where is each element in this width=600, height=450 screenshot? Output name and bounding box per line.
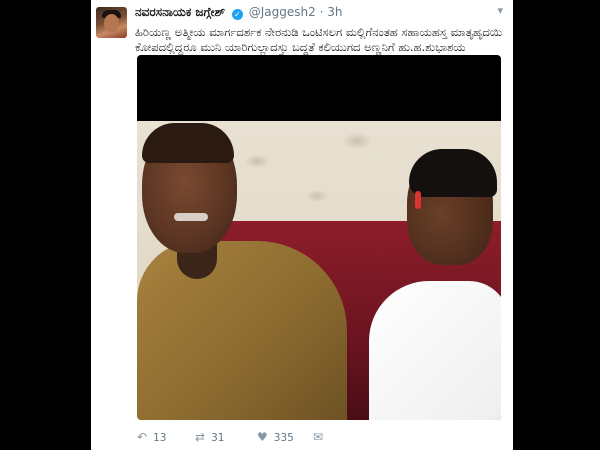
photo-person-left-shirt [137, 241, 347, 420]
photo-person-right-hair [409, 149, 497, 197]
tweet-header: ನವರಸನಾಯಕ ಜಗ್ಗೇಶ್ ✓ @Jaggesh2 · 3h [135, 4, 513, 20]
reply-button[interactable]: ↶ 13 [137, 430, 166, 445]
retweet-count: 31 [211, 432, 225, 444]
reply-count: 13 [153, 432, 167, 444]
display-name[interactable]: ನವರಸನಾಯಕ ಜಗ್ಗೇಶ್ [135, 5, 225, 19]
verified-badge-icon: ✓ [231, 9, 243, 20]
photo-person-left-mustache [174, 213, 208, 221]
timestamp[interactable]: 3h [327, 5, 342, 19]
avatar-face [104, 14, 119, 32]
direct-message-button[interactable]: ✉ [313, 430, 329, 445]
tweet-text: ಹಿರಿಯಣ್ಣ ಅತ್ಮೀಯ ಮಾರ್ಗದರ್ಶಕ ನೇರನುಡಿ ಒಂಟಿಸ… [135, 25, 503, 54]
reply-icon: ↶ [137, 430, 148, 444]
chevron-down-icon[interactable]: ▾ [497, 4, 503, 17]
retweet-button[interactable]: ⇄ 31 [195, 430, 224, 445]
handle[interactable]: @Jaggesh2 [249, 5, 316, 19]
media-black-band [137, 55, 501, 121]
tweet-card: ನವರಸನಾಯಕ ಜಗ್ಗೇಶ್ ✓ @Jaggesh2 · 3h ▾ ಹಿರಿ… [91, 0, 513, 450]
photo-person-right-tilak [415, 191, 421, 209]
direct-message-icon: ✉ [313, 430, 324, 444]
avatar[interactable] [96, 7, 127, 38]
heart-icon: ♥ [257, 430, 268, 444]
like-count: 335 [273, 432, 294, 444]
photo-person-left-hair [142, 123, 234, 163]
photo-person-left-head [142, 123, 237, 253]
retweet-icon: ⇄ [195, 430, 206, 444]
tweet-actions: ↶ 13 ⇄ 31 ♥ 335 ✉ [137, 430, 501, 444]
photo-person-right-shirt [369, 281, 501, 420]
tweet-photo[interactable] [137, 121, 501, 420]
tweet-media[interactable] [137, 55, 501, 420]
like-button[interactable]: ♥ 335 [257, 430, 294, 445]
